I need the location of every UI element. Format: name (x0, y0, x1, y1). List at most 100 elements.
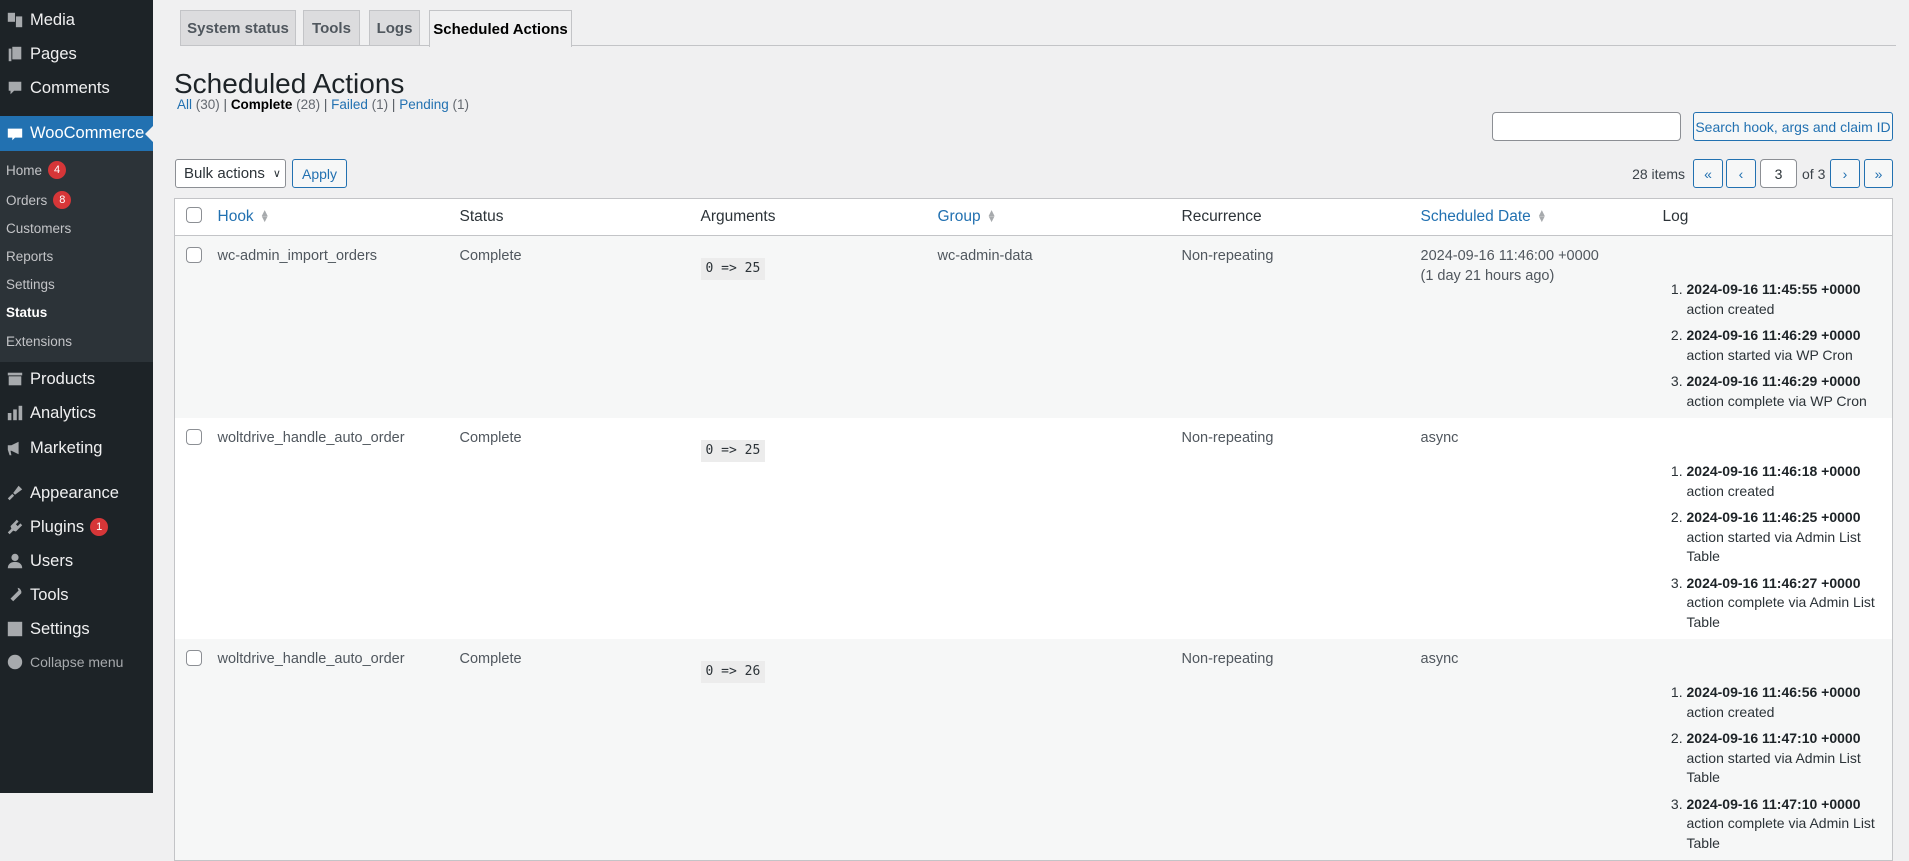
submenu-customers[interactable]: Customers (6, 217, 71, 239)
tab-tools[interactable]: Tools (303, 10, 360, 46)
log-list: 2024-09-16 11:45:55 +0000action created 2… (1687, 280, 1886, 411)
megaphone-icon (0, 439, 30, 457)
row-checkbox[interactable] (186, 429, 202, 445)
row-checkbox[interactable] (186, 650, 202, 666)
submenu-home[interactable]: Home 4 (6, 159, 67, 181)
submenu-extensions[interactable]: Extensions (6, 330, 72, 352)
column-group[interactable]: Group ▲ ▼ (930, 198, 1175, 236)
products-icon (0, 370, 30, 388)
log-entry: 2024-09-16 11:46:29 +0000action started … (1687, 326, 1886, 365)
group-cell (930, 639, 1175, 861)
bulk-actions-select[interactable]: Bulk actions ∨ (175, 159, 286, 188)
status-cell: Complete (459, 430, 522, 446)
scheduled-date-cell: async (1413, 639, 1656, 861)
table-row: woltdrive_handle_auto_order Complete 0 =… (174, 639, 1893, 861)
menu-settings[interactable]: Settings (0, 612, 153, 646)
admin-sidebar: Media Pages Comments WooCommerce Home 4 O… (0, 0, 153, 793)
menu-marketing[interactable]: Marketing (0, 431, 153, 465)
menu-comments[interactable]: Comments (0, 71, 153, 105)
hook-cell: wc-admin_import_orders (210, 235, 453, 418)
notification-badge: 4 (48, 161, 67, 179)
analytics-icon (0, 404, 30, 422)
sort-icon: ▲ ▼ (1536, 207, 1547, 225)
settings-icon (0, 620, 30, 638)
menu-pages[interactable]: Pages (0, 37, 153, 71)
column-status: Status (452, 198, 694, 236)
prev-page-button[interactable]: ‹ (1726, 159, 1756, 188)
menu-users[interactable]: Users (0, 544, 153, 578)
row-select-cell (175, 418, 211, 639)
menu-appearance[interactable]: Appearance (0, 476, 153, 510)
row-checkbox[interactable] (186, 247, 202, 263)
arguments-code: 0 => 25 (700, 258, 766, 280)
next-page-button[interactable]: › (1830, 159, 1860, 188)
menu-products[interactable]: Products (0, 362, 153, 396)
scheduled-date-cell: 2024-09-16 11:46:00 +0000 (1 day 21 hours… (1413, 235, 1656, 418)
first-page-button[interactable]: « (1693, 159, 1723, 188)
group-cell (931, 418, 1175, 639)
log-entry: 2024-09-16 11:46:29 +0000action complete… (1687, 372, 1886, 411)
brush-icon (0, 484, 30, 502)
log-entry: 2024-09-16 11:46:25 +0000action started … (1687, 508, 1886, 567)
group-cell: wc-admin-data (930, 235, 1175, 418)
tab-scheduled-actions[interactable]: Scheduled Actions (429, 10, 572, 47)
menu-tools[interactable]: Tools (0, 578, 153, 612)
media-icon (0, 11, 30, 29)
log-cell: 2024-09-16 11:45:55 +0000action created 2… (1655, 235, 1893, 418)
comments-icon (0, 79, 30, 97)
recurrence-cell: Non-repeating (1181, 430, 1274, 446)
woo-icon (0, 125, 30, 143)
select-all-checkbox[interactable] (186, 206, 202, 223)
row-select-cell (174, 235, 211, 418)
sort-icon: ▲ ▼ (259, 207, 270, 225)
recurrence-cell: Non-repeating (1174, 639, 1414, 861)
total-pages: of 3 (1802, 166, 1826, 182)
apply-button[interactable]: Apply (292, 159, 347, 188)
log-entry: 2024-09-16 11:46:18 +0000action created (1687, 462, 1886, 501)
collapse-icon (0, 653, 30, 671)
status-cell: Complete (452, 639, 694, 861)
menu-analytics[interactable]: Analytics (0, 396, 153, 430)
collapse-menu-button[interactable]: Collapse menu (0, 645, 153, 679)
submenu-settings[interactable]: Settings (6, 273, 55, 295)
sort-icon: ▲ ▼ (986, 207, 997, 225)
log-list: 2024-09-16 11:46:56 +0000action created 2… (1687, 683, 1886, 853)
arguments-code: 0 => 26 (700, 661, 766, 683)
arguments-cell: 0 => 25 (694, 418, 931, 639)
users-icon (0, 552, 30, 570)
row-select-cell (174, 639, 211, 861)
filter-all[interactable]: All (177, 97, 192, 112)
table-row: woltdrive_handle_auto_order Complete 0 =… (175, 418, 1893, 639)
select-all-header (174, 198, 211, 236)
search-input[interactable] (1492, 112, 1681, 141)
submenu-status[interactable]: Status (6, 301, 47, 323)
tab-system-status[interactable]: System status (180, 10, 296, 46)
menu-plugins[interactable]: Plugins 1 (0, 510, 153, 544)
tab-logs[interactable]: Logs (369, 10, 420, 46)
submenu-reports[interactable]: Reports (6, 245, 53, 267)
table-row: wc-admin_import_orders Complete 0 => 25 … (174, 235, 1893, 418)
search-button[interactable]: Search hook, args and claim ID (1693, 112, 1893, 141)
column-arguments: Arguments (693, 198, 931, 236)
arguments-code: 0 => 25 (700, 440, 766, 462)
recurrence-cell: Non-repeating (1174, 235, 1414, 418)
column-hook[interactable]: Hook ▲ ▼ (210, 198, 453, 236)
woocommerce-submenu: Home 4 Orders 8 Customers Reports Settings… (0, 151, 153, 362)
log-entry: 2024-09-16 11:46:27 +0000action complete… (1687, 574, 1886, 633)
column-scheduled-date[interactable]: Scheduled Date ▲ ▼ (1413, 198, 1656, 236)
filter-failed[interactable]: Failed (331, 97, 368, 112)
filter-pending[interactable]: Pending (399, 97, 449, 112)
status-cell: Complete (452, 235, 694, 418)
wrench-icon (0, 586, 30, 604)
scheduled-date-cell: async (1420, 430, 1459, 446)
current-page-input[interactable] (1760, 159, 1797, 188)
menu-woocommerce[interactable]: WooCommerce (0, 116, 153, 151)
status-filters: All (30) | Complete (28) | Failed (1) | … (177, 97, 469, 112)
submenu-orders[interactable]: Orders 8 (6, 189, 72, 211)
pages-icon (0, 45, 30, 63)
menu-media[interactable]: Media (0, 3, 153, 37)
last-page-button[interactable]: » (1864, 159, 1893, 188)
plugin-icon (0, 518, 30, 536)
filter-complete[interactable]: Complete (231, 97, 293, 112)
notification-badge: 8 (53, 191, 72, 209)
